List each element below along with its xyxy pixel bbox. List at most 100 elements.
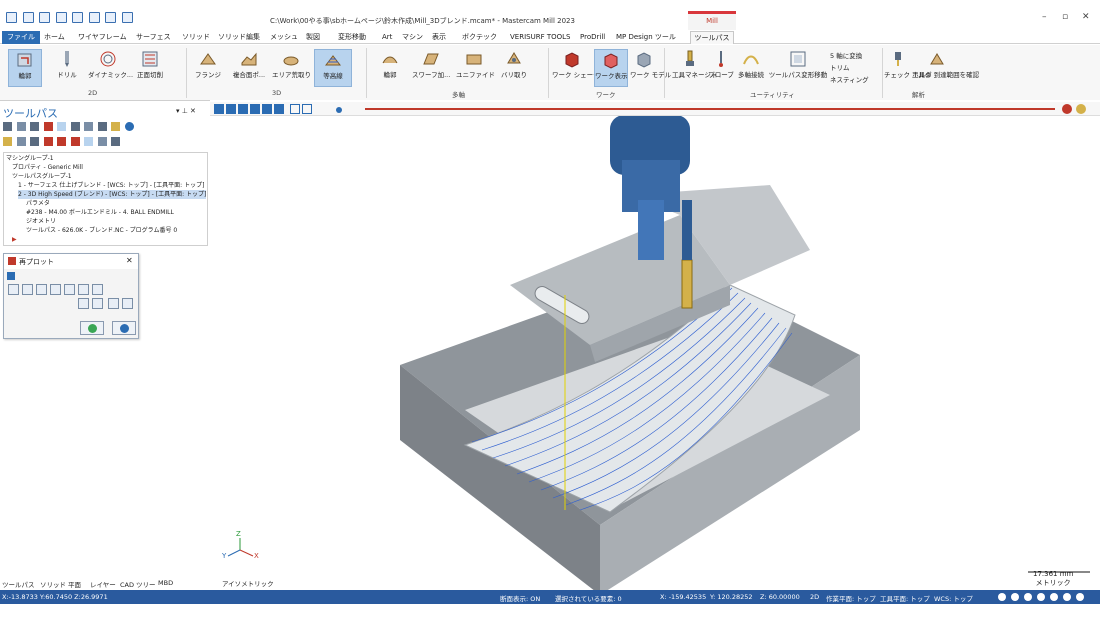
minimize-icon[interactable]: – bbox=[1042, 12, 1047, 22]
view-grid-icon[interactable] bbox=[1076, 593, 1085, 601]
tab-art[interactable]: Art bbox=[380, 31, 394, 44]
tab-machine[interactable]: マシン bbox=[400, 31, 425, 44]
help-button[interactable] bbox=[112, 321, 136, 335]
trace-icon[interactable] bbox=[290, 104, 300, 114]
redo-icon[interactable] bbox=[121, 12, 133, 23]
tab-planes-manager[interactable]: 平面 bbox=[68, 579, 81, 589]
stock-model-button[interactable]: ワーク モデル bbox=[630, 49, 671, 79]
tree-item-toolpath[interactable]: ツールパス - 626.0K - ブレンド.NC - プログラム番号 0 bbox=[26, 226, 177, 235]
graphics-viewport[interactable]: X Y Z bbox=[210, 100, 1100, 595]
quick-verify-icon[interactable] bbox=[78, 284, 89, 295]
convert-5axis-button[interactable]: 5 軸に変換 bbox=[830, 50, 862, 60]
face-mill-button[interactable]: 正面切削 bbox=[134, 49, 166, 79]
fast-forward-icon[interactable] bbox=[274, 104, 284, 114]
tree-item-machine-group[interactable]: マシングループ-1 bbox=[6, 154, 54, 163]
close-icon[interactable]: ✕ bbox=[1082, 12, 1090, 22]
multiaxis-contour-button[interactable]: 輪郭 bbox=[374, 49, 406, 79]
tab-cad-tree[interactable]: CAD ツリー bbox=[120, 579, 156, 589]
check-holder-button[interactable]: チェック ホルダ bbox=[884, 49, 932, 79]
tab-toolpaths[interactable]: ツールパス bbox=[690, 31, 734, 44]
play-icon[interactable] bbox=[214, 104, 224, 114]
regen-selected-icon[interactable] bbox=[30, 122, 40, 131]
tree-item-toolpath-group[interactable]: ツールパスグループ-1 bbox=[12, 172, 72, 181]
cplane-status[interactable]: 作業平面: トップ bbox=[826, 593, 876, 603]
swarf-button[interactable]: スワーフ加... bbox=[412, 49, 450, 79]
tab-levels-manager[interactable]: レイヤー bbox=[90, 579, 116, 589]
move-down-icon[interactable] bbox=[43, 137, 53, 146]
stop-icon[interactable] bbox=[226, 104, 236, 114]
flange-button[interactable]: フランジ bbox=[194, 49, 222, 79]
tree-item-parameters[interactable]: パラメタ bbox=[26, 199, 50, 208]
filter-toolpath-icon[interactable] bbox=[92, 298, 103, 309]
simulate-icon[interactable] bbox=[84, 122, 94, 131]
open-icon[interactable] bbox=[39, 12, 51, 23]
z-coordinate[interactable]: Z: 60.00000 bbox=[760, 593, 800, 601]
regen-dirty-icon[interactable] bbox=[43, 122, 53, 131]
mode-2d-3d[interactable]: 2D bbox=[810, 593, 819, 601]
help-circle-icon[interactable] bbox=[1076, 104, 1086, 114]
toggle-display-icon[interactable] bbox=[16, 137, 26, 146]
wcs-status[interactable]: WCS: トップ bbox=[934, 593, 973, 603]
screenshot-icon[interactable] bbox=[108, 298, 119, 309]
tab-wireframe[interactable]: ワイヤフレーム bbox=[76, 31, 129, 44]
save-geometry-icon[interactable] bbox=[122, 298, 133, 309]
toolpath-transform-button[interactable]: ツールパス変形移動 bbox=[768, 49, 828, 79]
view-wireframe-icon[interactable] bbox=[998, 593, 1006, 601]
tab-surface[interactable]: サーフェス bbox=[134, 31, 173, 44]
tab-mesh[interactable]: メッシュ bbox=[268, 31, 300, 44]
restore-icon[interactable]: ▫ bbox=[1062, 12, 1068, 22]
tab-prodrill[interactable]: ProDrill bbox=[578, 31, 607, 44]
stock-shading-button[interactable]: ワーク シェーディング bbox=[552, 49, 619, 79]
tree-item-properties[interactable]: プロパティ - Generic Mill bbox=[12, 163, 83, 172]
collapse-icon[interactable] bbox=[7, 272, 15, 280]
save-as-icon[interactable] bbox=[72, 12, 84, 23]
speed-slider-handle[interactable] bbox=[336, 107, 342, 113]
display-rapid-icon[interactable] bbox=[50, 284, 61, 295]
info-icon[interactable] bbox=[92, 284, 103, 295]
display-endpoints-icon[interactable] bbox=[64, 284, 75, 295]
dynamic-mill-button[interactable]: ダイナミック... bbox=[88, 49, 133, 79]
tab-solid-edit[interactable]: ソリッド編集 bbox=[216, 31, 262, 44]
tab-file[interactable]: ファイル bbox=[2, 31, 40, 44]
step-back-icon[interactable] bbox=[238, 104, 248, 114]
tab-transform[interactable]: 変形移動 bbox=[336, 31, 368, 44]
display-toolpath-icon[interactable] bbox=[8, 284, 19, 295]
tab-mbd[interactable]: MBD bbox=[158, 579, 173, 587]
move-up-icon[interactable] bbox=[57, 137, 67, 146]
tree-item-geometry[interactable]: ジオメトリ bbox=[26, 217, 56, 226]
save-icon[interactable] bbox=[22, 12, 34, 23]
mill-context-tab[interactable]: Mill bbox=[688, 11, 736, 30]
tab-solid[interactable]: ソリッド bbox=[180, 31, 212, 44]
filter-icon[interactable] bbox=[111, 137, 121, 146]
show-path-icon[interactable] bbox=[302, 104, 312, 114]
panel-pin-icon[interactable]: ▾ ⊥ ✕ bbox=[176, 107, 196, 115]
composite-button[interactable]: 複合面ポ... bbox=[230, 49, 268, 79]
verify-icon[interactable] bbox=[70, 122, 80, 131]
toggle-post-icon[interactable] bbox=[30, 137, 40, 146]
print-icon[interactable] bbox=[55, 12, 67, 23]
select-invalid-icon[interactable] bbox=[16, 122, 26, 131]
dialog-close-icon[interactable]: ✕ bbox=[126, 256, 133, 265]
tab-mp-design[interactable]: MP Design ツール bbox=[614, 31, 678, 44]
tree-item-tool[interactable]: #238 - M4.00 ボールエンドミル - 4. BALL ENDMILL bbox=[26, 208, 174, 217]
tool-reach-button[interactable]: 工具の 到達範囲を確認 bbox=[912, 49, 979, 79]
select-all-icon[interactable] bbox=[3, 122, 12, 131]
ok-button[interactable] bbox=[80, 321, 104, 335]
tree-item-op1[interactable]: 1 - サーフェス 仕上げブレンド - [WCS: トップ] - [工具平面: … bbox=[18, 181, 204, 190]
view-outline-icon[interactable] bbox=[1037, 593, 1046, 601]
tab-view[interactable]: 表示 bbox=[430, 31, 448, 44]
backplot-icon[interactable] bbox=[57, 122, 67, 131]
undo-icon[interactable] bbox=[105, 12, 117, 23]
stock-display-button[interactable]: ワーク表示 bbox=[594, 49, 628, 87]
multiaxis-link-button[interactable]: 多軸接続 bbox=[736, 49, 766, 79]
tab-drafting[interactable]: 製図 bbox=[304, 31, 322, 44]
insert-arrow-icon[interactable] bbox=[70, 137, 80, 146]
show-selected-icon[interactable] bbox=[84, 137, 94, 146]
nesting-button[interactable]: ネスティング bbox=[830, 74, 869, 84]
viewport-canvas[interactable]: X Y Z bbox=[210, 100, 1100, 595]
display-holder-icon[interactable] bbox=[36, 284, 47, 295]
rewind-icon[interactable] bbox=[250, 104, 260, 114]
deburr-button[interactable]: バリ取り bbox=[498, 49, 530, 79]
view-hidden-icon[interactable] bbox=[1024, 593, 1033, 601]
section-view-status[interactable]: 断面表示: ON bbox=[500, 593, 540, 603]
